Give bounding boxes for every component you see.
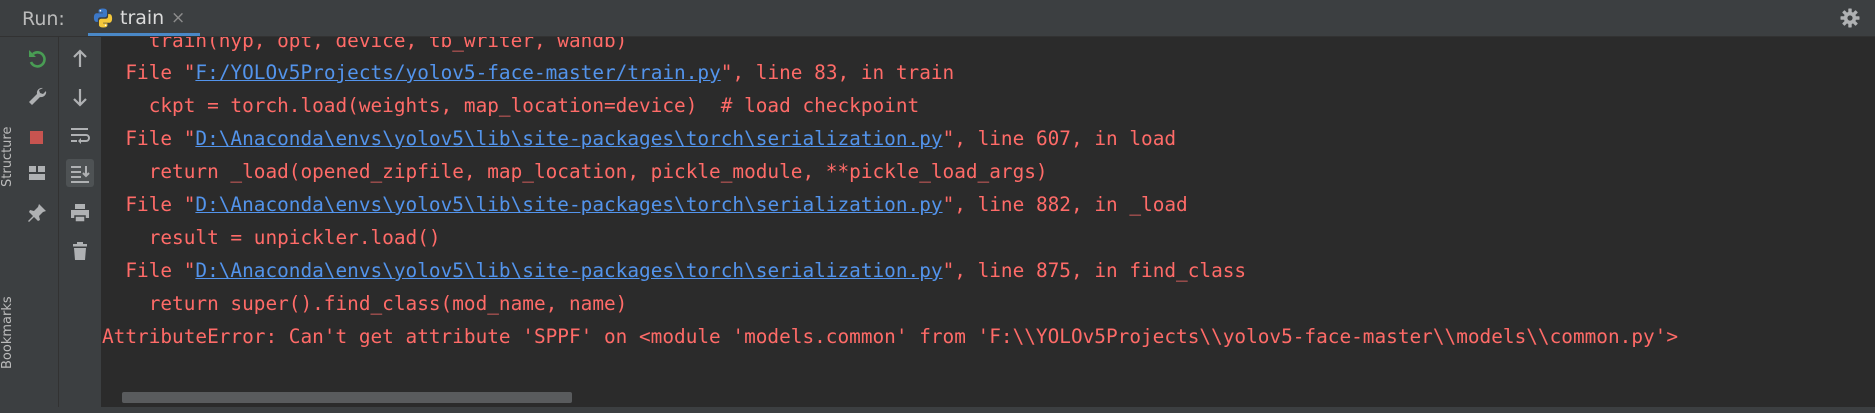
console-line: train(hyp, opt, device, tb_writer, wandb… — [102, 37, 628, 52]
arrow-up-icon[interactable] — [66, 45, 94, 73]
file-link[interactable]: F:/YOLOv5Projects/yolov5-face-master/tra… — [195, 61, 720, 84]
print-icon[interactable] — [66, 199, 94, 227]
console-line: ckpt = torch.load(weights, map_location=… — [102, 94, 920, 117]
layout-icon[interactable] — [23, 159, 51, 187]
run-actions-toolbar — [16, 37, 59, 413]
tab-label: train — [120, 7, 165, 29]
stop-icon[interactable] — [23, 123, 51, 151]
file-link[interactable]: D:\Anaconda\envs\yolov5\lib\site-package… — [195, 127, 942, 150]
gear-icon[interactable] — [1839, 7, 1861, 29]
arrow-down-icon[interactable] — [66, 83, 94, 111]
tool-window-stripe: Structure Bookmarks — [0, 37, 17, 413]
close-icon[interactable]: × — [171, 8, 185, 28]
console-line: result = unpickler.load() — [102, 226, 441, 249]
python-icon — [92, 7, 114, 29]
run-label: Run: — [22, 8, 65, 30]
soft-wrap-icon[interactable] — [66, 121, 94, 149]
bookmarks-tab[interactable]: Bookmarks — [0, 296, 15, 369]
console-line: return _load(opened_zipfile, map_locatio… — [102, 160, 1048, 183]
console-line: File "D:\Anaconda\envs\yolov5\lib\site-p… — [102, 127, 1177, 150]
console-output[interactable]: train(hyp, opt, device, tb_writer, wandb… — [102, 37, 1875, 397]
file-link[interactable]: D:\Anaconda\envs\yolov5\lib\site-package… — [195, 193, 942, 216]
rerun-icon[interactable] — [23, 45, 51, 73]
console-line: File "D:\Anaconda\envs\yolov5\lib\site-p… — [102, 193, 1188, 216]
console-line: return super().find_class(mod_name, name… — [102, 292, 628, 315]
tab-train[interactable]: train × — [88, 0, 200, 36]
console-line: File "F:/YOLOv5Projects/yolov5-face-mast… — [102, 61, 955, 84]
horizontal-scrollbar[interactable] — [122, 392, 572, 403]
console-line: File "D:\Anaconda\envs\yolov5\lib\site-p… — [102, 259, 1247, 282]
structure-tab[interactable]: Structure — [0, 127, 15, 187]
wrench-icon[interactable] — [23, 83, 51, 111]
run-toolbar: Run: train × — [0, 0, 1875, 37]
scroll-to-end-icon[interactable] — [66, 159, 94, 187]
file-link[interactable]: D:\Anaconda\envs\yolov5\lib\site-package… — [195, 259, 942, 282]
console-actions-toolbar — [59, 37, 102, 413]
bottom-border — [0, 407, 1875, 413]
trash-icon[interactable] — [66, 237, 94, 265]
pin-icon[interactable] — [23, 199, 51, 227]
error-line: AttributeError: Can't get attribute 'SPP… — [102, 325, 1679, 348]
